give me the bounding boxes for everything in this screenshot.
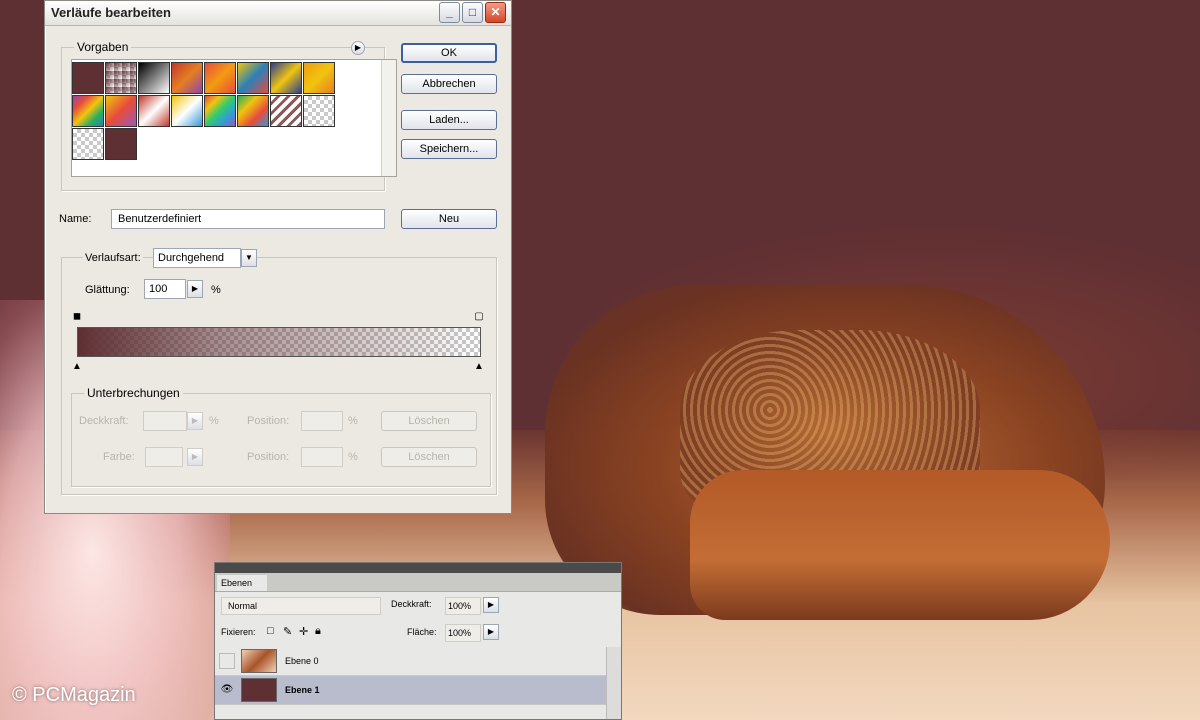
opacity-position-percent: % <box>348 415 358 427</box>
preset-swatch[interactable] <box>303 95 335 127</box>
minimize-button[interactable]: _ <box>439 2 460 23</box>
presets-label: Vorgaben <box>74 40 132 54</box>
dialog-titlebar[interactable]: Verläufe bearbeiten _ □ ✕ <box>45 1 511 26</box>
opacity-percent: % <box>209 415 219 427</box>
save-button[interactable]: Speichern... <box>401 139 497 159</box>
preset-swatch[interactable] <box>171 62 203 94</box>
preset-swatch[interactable] <box>72 128 104 160</box>
layers-panel: Ebenen Normal Deckkraft: 100% ▶ Fixieren… <box>214 562 622 720</box>
delete-color-stop-button[interactable]: Löschen <box>381 447 477 467</box>
tab-layers[interactable]: Ebenen <box>217 575 267 591</box>
preset-swatch[interactable] <box>270 62 302 94</box>
gradient-preview-bar[interactable] <box>77 327 481 357</box>
chevron-down-icon[interactable]: ▼ <box>241 249 257 267</box>
layer-opacity-input[interactable]: 100% <box>445 597 481 615</box>
presets-grid <box>71 59 397 177</box>
color-position-label: Position: <box>247 451 290 463</box>
lock-all-icon[interactable]: 🔒︎ <box>315 625 321 638</box>
preset-swatch[interactable] <box>138 62 170 94</box>
preset-swatch[interactable] <box>138 95 170 127</box>
opacity-label: Deckkraft: <box>79 415 129 427</box>
preset-swatch[interactable] <box>105 62 137 94</box>
opacity-position-label: Position: <box>247 415 290 427</box>
color-swatch-input[interactable] <box>145 447 183 467</box>
model-arm <box>690 470 1110 620</box>
lock-label: Fixieren: <box>221 627 256 637</box>
layer-row-ebene-0[interactable]: Ebene 0 <box>215 647 607 676</box>
gradient-type-select[interactable]: Durchgehend <box>153 248 241 268</box>
smoothness-arrow-icon[interactable]: ▶ <box>187 280 203 298</box>
close-button[interactable]: ✕ <box>485 2 506 23</box>
preset-swatch[interactable] <box>270 95 302 127</box>
color-label: Farbe: <box>103 451 135 463</box>
preset-swatch[interactable] <box>237 62 269 94</box>
fill-arrow-icon[interactable]: ▶ <box>483 624 499 640</box>
load-button[interactable]: Laden... <box>401 110 497 130</box>
name-label: Name: <box>59 213 92 225</box>
layers-scrollbar[interactable] <box>606 647 621 719</box>
blend-mode-select[interactable]: Normal <box>221 597 381 615</box>
presets-menu-arrow-icon[interactable]: ▶ <box>351 41 365 55</box>
smoothness-percent: % <box>211 284 221 296</box>
preset-swatch[interactable] <box>204 62 236 94</box>
presets-scrollbar[interactable] <box>381 60 396 176</box>
gradient-editor-dialog: Verläufe bearbeiten _ □ ✕ Vorgaben ▶ OK … <box>44 0 512 514</box>
maximize-button[interactable]: □ <box>462 2 483 23</box>
preset-swatch-selected[interactable] <box>105 128 137 160</box>
opacity-input[interactable] <box>143 411 187 431</box>
color-stop-right-icon[interactable]: ▲ <box>474 360 484 374</box>
fill-input[interactable]: 100% <box>445 624 481 642</box>
gradient-type-label: Verlaufsart: <box>83 252 143 264</box>
dialog-title: Verläufe bearbeiten <box>51 5 171 20</box>
layer-thumbnail <box>241 678 277 702</box>
layers-panel-header[interactable] <box>215 563 621 573</box>
layer-thumbnail <box>241 649 277 673</box>
delete-opacity-stop-button[interactable]: Löschen <box>381 411 477 431</box>
opacity-stop-left-icon[interactable]: ◼ <box>72 310 82 324</box>
fill-label: Fläche: <box>407 627 437 637</box>
preset-swatch[interactable] <box>237 95 269 127</box>
lock-brush-icon[interactable]: ✎ <box>283 625 292 638</box>
ok-button[interactable]: OK <box>401 43 497 63</box>
cancel-button[interactable]: Abbrechen <box>401 74 497 94</box>
preset-swatch[interactable] <box>105 95 137 127</box>
stops-group: Unterbrechungen <box>71 386 491 487</box>
color-position-percent: % <box>348 451 358 463</box>
smoothness-label: Glättung: <box>85 284 130 296</box>
layer-name[interactable]: Ebene 1 <box>285 685 320 695</box>
gradient-fill <box>78 328 480 356</box>
opacity-position-input[interactable] <box>301 411 343 431</box>
opacity-stop-right-icon[interactable]: ▢ <box>474 310 484 324</box>
preset-swatch[interactable] <box>72 95 104 127</box>
lock-transparency-icon[interactable]: □ <box>267 625 274 637</box>
preset-swatch[interactable] <box>72 62 104 94</box>
preset-swatch[interactable] <box>204 95 236 127</box>
layers-tab-row: Ebenen <box>215 573 621 592</box>
new-button[interactable]: Neu <box>401 209 497 229</box>
watermark: © PCMagazin <box>12 684 136 706</box>
layer-opacity-label: Deckkraft: <box>391 599 432 609</box>
layer-row-ebene-1[interactable]: 👁︎ Ebene 1 <box>215 676 607 705</box>
color-arrow-icon[interactable]: ▶ <box>187 448 203 466</box>
smoothness-input[interactable]: 100 <box>144 279 186 299</box>
layer-name[interactable]: Ebene 0 <box>285 656 319 666</box>
color-position-input[interactable] <box>301 447 343 467</box>
preset-swatch[interactable] <box>171 95 203 127</box>
preset-swatch[interactable] <box>303 62 335 94</box>
eye-icon[interactable]: 👁︎ <box>219 682 235 698</box>
opacity-arrow-icon[interactable]: ▶ <box>187 412 203 430</box>
layer-opacity-arrow-icon[interactable]: ▶ <box>483 597 499 613</box>
color-stop-left-icon[interactable]: ▲ <box>72 360 82 374</box>
lock-move-icon[interactable]: ✛ <box>299 625 308 638</box>
stops-group-label: Unterbrechungen <box>84 386 183 400</box>
visibility-toggle[interactable] <box>219 653 235 669</box>
name-input[interactable]: Benutzerdefiniert <box>111 209 385 229</box>
